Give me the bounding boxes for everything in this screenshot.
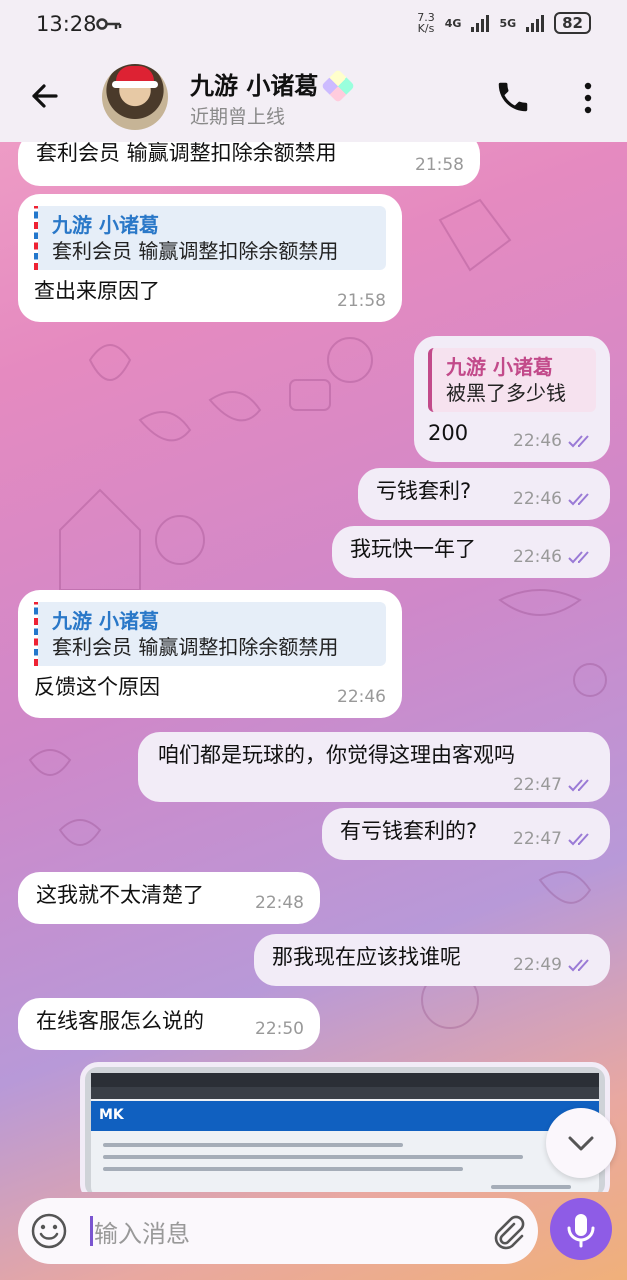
quote-author: 九游 小诸葛 (446, 355, 553, 379)
message-outgoing[interactable]: 九游 小诸葛 被黑了多少钱 200 22:46 (414, 336, 610, 462)
message-time: 22:46 (513, 430, 594, 452)
time-text: 22:48 (255, 892, 304, 913)
presence-status: 近期曾上线 (190, 106, 286, 128)
message-incoming[interactable]: 在线客服怎么说的 22:50 (18, 998, 320, 1050)
image-message[interactable]: MK (80, 1062, 610, 1192)
top-bar: 13:28 7.3 K/s 4G 5G 82 九游 小诸葛 近期曾上线 (0, 0, 627, 142)
message-time: 21:58 (415, 154, 464, 176)
status-bar: 13:28 7.3 K/s 4G 5G 82 (0, 0, 627, 52)
message-text: 咱们都是玩球的，你觉得这理由客观吗 (158, 743, 515, 767)
image-thumbnail: MK (91, 1073, 599, 1192)
back-button[interactable] (26, 78, 62, 114)
message-text: 亏钱套利? (376, 479, 472, 503)
paperclip-icon[interactable] (490, 1212, 526, 1250)
time-text: 22:50 (255, 1018, 304, 1039)
message-text: 套利会员 输赢调整扣除余额禁用 (36, 142, 337, 165)
gem-icon (321, 69, 356, 103)
emoji-icon[interactable] (30, 1212, 68, 1250)
reply-quote[interactable]: 九游 小诸葛 套利会员 输赢调整扣除余额禁用 (34, 206, 386, 270)
message-input[interactable]: 输入消息 (18, 1198, 538, 1264)
composer: 输入消息 (0, 1190, 627, 1280)
text-cursor (90, 1216, 93, 1246)
message-time: 22:46 (337, 686, 386, 708)
read-checkmarks-icon (568, 435, 589, 448)
time-text: 21:58 (337, 290, 386, 311)
message-outgoing[interactable]: 我玩快一年了 22:46 (332, 526, 610, 578)
contact-name-text: 九游 小诸葛 (190, 72, 319, 100)
message-incoming[interactable]: 九游 小诸葛 套利会员 输赢调整扣除余额禁用 查出来原因了 21:58 (18, 194, 402, 322)
net-label-5g: 5G (499, 16, 517, 30)
message-outgoing[interactable]: 那我现在应该找谁呢 22:49 (254, 934, 610, 986)
message-outgoing[interactable]: 咱们都是玩球的，你觉得这理由客观吗 22:47 (138, 732, 610, 802)
phone-icon[interactable] (494, 78, 532, 116)
net-speed-unit: K/s (417, 22, 435, 35)
chevron-down-icon (568, 1136, 594, 1151)
quote-author: 九游 小诸葛 (52, 609, 159, 633)
message-time: 21:58 (337, 290, 386, 312)
time-text: 22:49 (513, 954, 562, 975)
key-icon (96, 16, 122, 35)
image-logo: MK (99, 1107, 124, 1123)
reply-quote[interactable]: 九游 小诸葛 套利会员 输赢调整扣除余额禁用 (34, 602, 386, 666)
chat-header: 九游 小诸葛 近期曾上线 (0, 54, 627, 142)
time-text: 22:46 (337, 686, 386, 707)
read-checkmarks-icon (568, 959, 589, 972)
message-time: 22:50 (255, 1018, 304, 1040)
message-time: 22:47 (513, 828, 594, 850)
read-checkmarks-icon (568, 779, 589, 792)
message-incoming[interactable]: 这我就不太清楚了 22:48 (18, 872, 320, 924)
message-text: 我玩快一年了 (350, 537, 476, 561)
time-text: 22:46 (513, 488, 562, 509)
message-text: 有亏钱套利的? (340, 819, 478, 843)
reply-quote[interactable]: 九游 小诸葛 被黑了多少钱 (428, 348, 596, 412)
message-text: 这我就不太清楚了 (36, 883, 204, 907)
quote-text: 被黑了多少钱 (446, 381, 566, 405)
quote-text: 套利会员 输赢调整扣除余额禁用 (52, 239, 339, 263)
message-time: 22:48 (255, 892, 304, 914)
message-placeholder: 输入消息 (94, 1220, 190, 1248)
net-speed: 7.3 K/s (417, 12, 435, 34)
message-text: 反馈这个原因 (34, 675, 160, 699)
avatar[interactable] (102, 64, 168, 130)
message-text: 200 (428, 421, 469, 445)
scroll-down-button[interactable] (546, 1108, 616, 1178)
battery-level: 82 (554, 12, 591, 34)
read-checkmarks-icon (568, 833, 589, 846)
more-vertical-icon[interactable] (578, 80, 598, 116)
message-time: 22:46 (513, 488, 594, 510)
read-checkmarks-icon (568, 551, 589, 564)
message-time: 22:46 (513, 546, 594, 568)
time-text: 22:46 (513, 546, 562, 567)
message-incoming[interactable]: 套利会员 输赢调整扣除余额禁用 21:58 (18, 142, 480, 186)
status-right: 7.3 K/s 4G 5G 82 (417, 12, 591, 34)
message-time: 22:47 (513, 774, 594, 796)
message-text: 那我现在应该找谁呢 (272, 945, 461, 969)
message-incoming[interactable]: 九游 小诸葛 套利会员 输赢调整扣除余额禁用 反馈这个原因 22:46 (18, 590, 402, 718)
status-time: 13:28 (36, 12, 97, 36)
signal-icon (471, 14, 490, 32)
microphone-button[interactable] (550, 1198, 612, 1260)
time-text: 21:58 (415, 154, 464, 175)
net-label-4g: 4G (444, 16, 462, 30)
message-text: 在线客服怎么说的 (36, 1009, 204, 1033)
read-checkmarks-icon (568, 493, 589, 506)
time-text: 22:47 (513, 774, 562, 795)
quote-text: 套利会员 输赢调整扣除余额禁用 (52, 635, 339, 659)
message-time: 22:49 (513, 954, 594, 976)
quote-author: 九游 小诸葛 (52, 213, 159, 237)
microphone-icon (567, 1214, 595, 1248)
message-outgoing[interactable]: 有亏钱套利的? 22:47 (322, 808, 610, 860)
signal-icon (526, 14, 545, 32)
message-text: 查出来原因了 (34, 279, 160, 303)
message-outgoing[interactable]: 亏钱套利? 22:46 (358, 468, 610, 520)
contact-name[interactable]: 九游 小诸葛 (190, 66, 356, 103)
time-text: 22:46 (513, 430, 562, 451)
message-list[interactable]: 套利会员 输赢调整扣除余额禁用 21:58 九游 小诸葛 套利会员 输赢调整扣除… (0, 142, 627, 1192)
time-text: 22:47 (513, 828, 562, 849)
